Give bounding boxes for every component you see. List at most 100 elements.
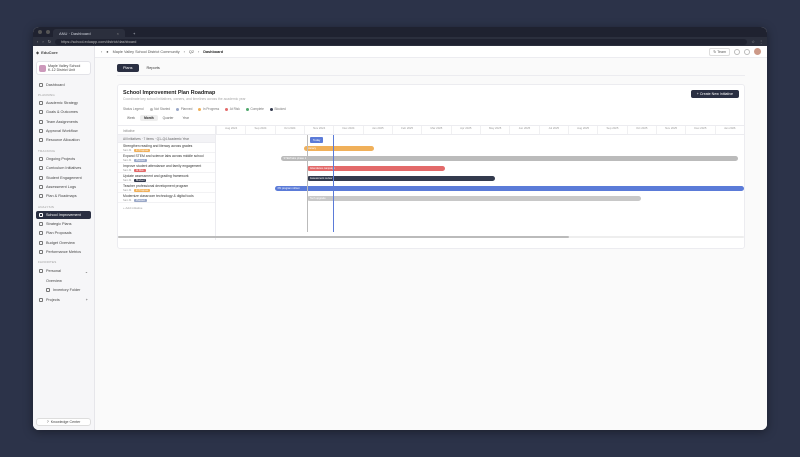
timeline-month: Feb 2025	[391, 126, 421, 134]
sidebar-item-school-improvement[interactable]: School Improvement	[36, 210, 91, 219]
breadcrumb-item[interactable]: Q2	[189, 50, 194, 54]
sidebar-subitem[interactable]: Inventory Folder	[36, 286, 91, 294]
resource-icon	[39, 138, 43, 143]
legend-label: Blocked	[274, 107, 286, 111]
star-icon[interactable]: ☆	[751, 39, 755, 44]
top-bar: ‹ ● Maple Valley School District Communi…	[95, 46, 767, 58]
legend-label: Planned	[180, 107, 193, 111]
initiative-name: Strengthen reading and literacy across g…	[123, 144, 193, 148]
legend-swatch	[176, 107, 180, 111]
gantt-bar[interactable]: Literacy	[304, 146, 375, 151]
gantt-group-row[interactable]: All Initiatives · 7 items · Q1–Q4 Academ…	[118, 135, 215, 143]
sidebar-item[interactable]: Goals & Outcomes	[36, 108, 91, 116]
sidebar-item[interactable]: Assessment Logs	[36, 183, 91, 191]
sidebar-section-label: ANALYSIS	[38, 204, 55, 209]
initiative-owner: Sam M.	[123, 198, 132, 202]
sidebar-item-favorite[interactable]: Personal ⌄	[36, 266, 91, 275]
sidebar-item-favorite[interactable]: Projects +	[36, 296, 91, 304]
sidebar-item[interactable]: Resource Allocation	[36, 136, 91, 144]
table-row[interactable]: Expand STEM and science labs across midd…	[118, 153, 215, 163]
add-initiative-link[interactable]: + Add initiative	[118, 203, 215, 213]
extensions-icon[interactable]: ⋮	[759, 39, 763, 44]
help-icon: ?	[46, 420, 49, 424]
sidebar-item[interactable]: Budget Overview	[36, 239, 91, 247]
timeline-month: Oct 2024	[274, 126, 304, 134]
table-row[interactable]: Strengthen reading and literacy across g…	[118, 143, 215, 153]
gantt-bar[interactable]: Attendance campaign	[306, 166, 445, 171]
legend-item: Planned	[176, 107, 192, 111]
collapse-sidebar-icon[interactable]: ‹	[101, 50, 102, 54]
tab-reports[interactable]: Reports	[141, 64, 166, 72]
team-icon	[39, 119, 43, 124]
timeline-month: Oct 2025	[626, 126, 656, 134]
org-subtitle: K-12 District Unit	[48, 68, 75, 73]
table-row[interactable]: Modernize classroom technology & digital…	[118, 193, 215, 203]
initiative-name: Update assessment and grading framework	[123, 174, 189, 178]
sidebar-item[interactable]: Performance Metrics	[36, 248, 91, 256]
sidebar-item[interactable]: Approval Workflow	[36, 127, 91, 135]
gantt-bar[interactable]: Tech upgrade	[306, 196, 642, 201]
window-control-icon[interactable]	[38, 30, 42, 34]
initiative-name: Expand STEM and science labs across midd…	[123, 154, 204, 158]
knowledge-center-button[interactable]: ? Knowledge Center	[36, 418, 91, 426]
gantt-timeline[interactable]: Aug 2024 Sep 2024 Oct 2024 Nov 2024 Dec 2024…	[216, 126, 744, 240]
settings-icon[interactable]	[744, 48, 750, 55]
horizontal-scrollbar[interactable]	[118, 236, 744, 238]
initiative-owner: Sam M.	[123, 178, 132, 182]
zoom-year-button[interactable]: Year	[178, 115, 192, 121]
reload-icon[interactable]: ↻	[48, 39, 51, 44]
status-badge: Blocked	[133, 178, 147, 182]
legend-swatch	[225, 107, 229, 111]
sidebar-item[interactable]: Plan & Roadmaps	[36, 192, 91, 200]
table-row[interactable]: Improve student attendance and family en…	[118, 163, 215, 173]
status-legend: Status Legend Not Started Planned In Progre…	[118, 101, 744, 115]
create-initiative-button[interactable]: + Create New Initiative	[690, 90, 739, 98]
sidebar-item-dashboard[interactable]: Dashboard	[36, 80, 91, 88]
chevron-down-icon[interactable]: ⌄	[85, 269, 88, 274]
window-control-icon[interactable]	[46, 30, 50, 34]
timeline-month: Aug 2024	[216, 126, 245, 134]
sidebar-item[interactable]: Team Assignments	[36, 118, 91, 126]
metrics-icon	[39, 250, 43, 255]
legend-item: Blocked	[269, 107, 286, 111]
browser-tab[interactable]: ANU · Dashboard ×	[53, 29, 125, 37]
sidebar-item[interactable]: Curriculum Initiatives	[36, 164, 91, 172]
sidebar-item[interactable]: Student Engagement	[36, 173, 91, 181]
sidebar-subitem[interactable]: Overview	[36, 277, 91, 285]
view-tabs: Plans Reports	[117, 64, 745, 76]
timeline-month: May 2025	[479, 126, 509, 134]
notification-icon[interactable]	[734, 48, 740, 55]
sidebar: ◆ EduCore Maple Valley School K-12 Distr…	[33, 46, 95, 430]
zoom-month-button[interactable]: Month	[140, 115, 158, 121]
sidebar-item[interactable]: Ongoing Projects	[36, 155, 91, 163]
breadcrumb-item[interactable]: Maple Valley School District Community	[113, 50, 180, 54]
gantt-bar[interactable]: PD program rollout	[274, 186, 744, 191]
sidebar-item[interactable]: Plan Proposals	[36, 229, 91, 237]
avatar[interactable]	[754, 48, 761, 55]
logo-icon: ◆	[36, 50, 40, 55]
zoom-week-button[interactable]: Week	[123, 115, 139, 121]
team-button[interactable]: ↻ Team	[709, 47, 730, 56]
forward-icon[interactable]: ›	[42, 39, 43, 44]
status-badge: Planned	[133, 198, 147, 202]
back-icon[interactable]: ‹	[37, 39, 38, 44]
today-line	[333, 135, 335, 232]
close-icon[interactable]: ×	[117, 31, 119, 36]
gantt-bar[interactable]: Assessment review	[306, 176, 495, 181]
org-switcher[interactable]: Maple Valley School K-12 District Unit	[36, 61, 91, 76]
plan-icon	[39, 222, 43, 227]
table-row[interactable]: Update assessment and grading framework S…	[118, 173, 215, 183]
selection-line	[306, 135, 308, 232]
new-tab-icon[interactable]: +	[127, 29, 141, 37]
legend-item: At Risk	[225, 107, 240, 111]
sidebar-item[interactable]: Strategic Plans	[36, 220, 91, 228]
gantt-bar[interactable]: STEM labs phase 1	[280, 156, 739, 161]
zoom-quarter-button[interactable]: Quarter	[159, 115, 178, 121]
plus-icon[interactable]: +	[86, 298, 88, 302]
tab-plans[interactable]: Plans	[117, 64, 139, 72]
url-input[interactable]: https://school.eduapp.com/district/dashb…	[55, 38, 748, 45]
budget-icon	[39, 240, 43, 245]
sidebar-item[interactable]: Academic Strategy	[36, 99, 91, 107]
legend-label: In Progress	[202, 107, 220, 111]
table-row[interactable]: Teacher professional development program…	[118, 183, 215, 193]
